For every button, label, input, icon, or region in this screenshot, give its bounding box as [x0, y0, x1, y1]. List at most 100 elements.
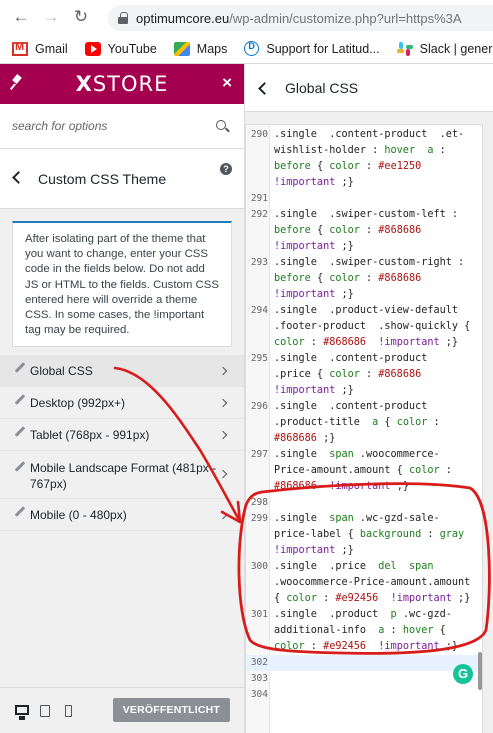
- code-line[interactable]: !important ;}: [246, 175, 482, 191]
- bookmark-label: YouTube: [107, 41, 157, 56]
- code-text: .single .product p .wc-gzd-: [274, 609, 452, 620]
- code-line[interactable]: 295 .single .content-product: [246, 351, 482, 367]
- code-line[interactable]: 291: [246, 191, 482, 207]
- code-text: .woocommerce-Price-amount.amount: [274, 577, 471, 588]
- code-text: .single .content-product: [274, 401, 428, 412]
- close-icon[interactable]: ×: [222, 73, 232, 93]
- customizer-sidebar: XSTORE × Custom CSS Theme ? After isolat…: [0, 64, 245, 733]
- chevron-right-icon: [218, 398, 228, 408]
- help-icon[interactable]: ?: [220, 163, 232, 175]
- back-chevron-icon[interactable]: [258, 82, 271, 95]
- line-number: 300: [250, 561, 268, 572]
- code-line[interactable]: 296 .single .content-product: [246, 399, 482, 415]
- code-line[interactable]: 300 .single .price del span: [246, 559, 482, 575]
- code-line[interactable]: 302: [246, 655, 482, 671]
- line-number: 303: [250, 673, 268, 684]
- code-line[interactable]: before { color : #ee1250: [246, 159, 482, 175]
- code-line[interactable]: { color : #e92456 !important ;}: [246, 591, 482, 607]
- code-text: .single span .woocommerce-: [274, 449, 440, 460]
- bookmark-youtube[interactable]: YouTube: [84, 41, 157, 56]
- code-text: wishlist-holder : hover a :: [274, 145, 446, 156]
- code-line[interactable]: !important ;}: [246, 239, 482, 255]
- bookmark-label: Support for Latitud...: [266, 41, 380, 56]
- publish-button[interactable]: VERÖFFENTLICHT: [112, 698, 230, 722]
- maps-icon: [173, 41, 190, 56]
- brand-logo: XSTORE: [75, 72, 169, 96]
- code-line[interactable]: additional-info a : hover {: [246, 623, 482, 639]
- options-search: [0, 104, 244, 149]
- code-line[interactable]: 292 .single .swiper-custom-left :: [246, 207, 482, 223]
- bookmark-slack[interactable]: Slack | general: [396, 41, 493, 56]
- code-line[interactable]: color : #e92456 !important ;}: [246, 639, 482, 655]
- menu-item-global-css[interactable]: Global CSS: [0, 355, 244, 387]
- mobile-preview-icon[interactable]: [65, 705, 72, 717]
- code-line[interactable]: .price { color : #868686: [246, 367, 482, 383]
- code-line[interactable]: 294 .single .product-view-default: [246, 303, 482, 319]
- code-text: #868686 !important ;}: [274, 481, 409, 492]
- code-line[interactable]: price-label { background : gray: [246, 527, 482, 543]
- code-line[interactable]: before { color : #868686: [246, 271, 482, 287]
- brush-icon: [14, 461, 26, 472]
- code-line[interactable]: #868686 ;}: [246, 431, 482, 447]
- editor-scrollbar[interactable]: [478, 652, 482, 690]
- line-number: 295: [250, 353, 268, 364]
- chevron-right-icon: [218, 510, 228, 520]
- code-text: price-label { background : gray: [274, 529, 465, 540]
- code-line[interactable]: !important ;}: [246, 383, 482, 399]
- code-line[interactable]: .woocommerce-Price-amount.amount: [246, 575, 482, 591]
- code-text: !important ;}: [274, 289, 354, 300]
- code-line[interactable]: 298: [246, 495, 482, 511]
- code-line[interactable]: 290 .single .content-product .et-: [246, 127, 482, 143]
- editor-header: Global CSS: [245, 64, 493, 112]
- bookmark-gmail[interactable]: Gmail: [12, 41, 68, 56]
- bookmark-label: Gmail: [35, 41, 68, 56]
- desktop-preview-icon[interactable]: [15, 705, 29, 720]
- search-icon[interactable]: [216, 120, 226, 130]
- code-line[interactable]: before { color : #868686: [246, 223, 482, 239]
- code-line[interactable]: 297 .single span .woocommerce-: [246, 447, 482, 463]
- tablet-preview-icon[interactable]: [40, 705, 50, 717]
- forward-arrow-icon[interactable]: →: [36, 2, 66, 32]
- browser-toolbar: ← → ↻ optimumcore.eu/wp-admin/customize.…: [0, 0, 493, 34]
- code-line[interactable]: !important ;}: [246, 287, 482, 303]
- menu-item-desktop[interactable]: Desktop (992px+): [0, 387, 244, 419]
- line-number: 301: [250, 609, 268, 620]
- code-editor[interactable]: 290 .single .content-product .et-wishlist…: [245, 124, 483, 733]
- menu-item-mobile[interactable]: Mobile (0 - 480px): [0, 499, 244, 531]
- code-line[interactable]: !important ;}: [246, 543, 482, 559]
- code-text: .single .content-product .et-: [274, 129, 465, 140]
- menu-item-tablet[interactable]: Tablet (768px - 991px): [0, 419, 244, 451]
- reload-icon[interactable]: ↻: [66, 2, 96, 32]
- line-number: 291: [250, 193, 268, 204]
- bookmark-dell-support[interactable]: Support for Latitud...: [244, 41, 380, 56]
- bookmark-maps[interactable]: Maps: [173, 41, 227, 56]
- code-line[interactable]: .product-title a { color :: [246, 415, 482, 431]
- brush-icon: [14, 394, 26, 405]
- back-chevron-icon[interactable]: [12, 171, 25, 184]
- youtube-icon: [84, 41, 101, 56]
- brush-icon: [14, 506, 26, 517]
- notice-wrapper: After isolating part of the theme that y…: [0, 209, 244, 355]
- code-line[interactable]: color : #868686 !important ;}: [246, 335, 482, 351]
- code-line[interactable]: 304: [246, 687, 482, 703]
- back-arrow-icon[interactable]: ←: [6, 2, 36, 32]
- grammarly-icon[interactable]: G: [453, 664, 473, 684]
- code-line[interactable]: 301 .single .product p .wc-gzd-: [246, 607, 482, 623]
- brand-header: XSTORE ×: [0, 64, 244, 104]
- pin-icon[interactable]: [10, 75, 24, 91]
- menu-item-label: Mobile Landscape Format (481px - 767px): [30, 461, 217, 491]
- code-line[interactable]: 299 .single span .wc-gzd-sale-: [246, 511, 482, 527]
- code-line[interactable]: 293 .single .swiper-custom-right :: [246, 255, 482, 271]
- code-line[interactable]: wishlist-holder : hover a :: [246, 143, 482, 159]
- code-line[interactable]: Price-amount.amount { color :: [246, 463, 482, 479]
- address-bar[interactable]: optimumcore.eu/wp-admin/customize.php?ur…: [108, 5, 493, 31]
- code-text: !important ;}: [274, 385, 354, 396]
- gmail-icon: [12, 41, 28, 56]
- code-line[interactable]: #868686 !important ;}: [246, 479, 482, 495]
- code-line[interactable]: .footer-product .show-quickly {: [246, 319, 482, 335]
- url-path: /wp-admin/customize.php?url=https%3A: [229, 10, 462, 26]
- code-line[interactable]: 303: [246, 671, 482, 687]
- search-input[interactable]: [12, 119, 202, 133]
- bookmark-label: Slack | general: [419, 41, 493, 56]
- menu-item-mobile-landscape[interactable]: Mobile Landscape Format (481px - 767px): [0, 451, 244, 499]
